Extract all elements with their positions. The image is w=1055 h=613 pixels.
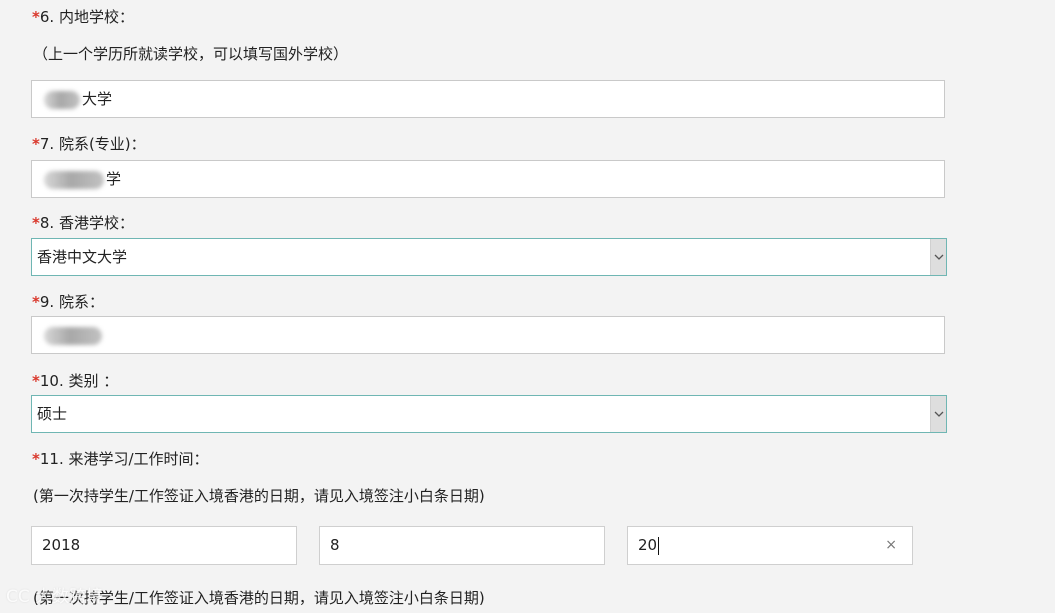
q7-label: *7. 院系(专业)： xyxy=(32,134,146,154)
hk-school-selected: 香港中文大学 xyxy=(37,248,128,266)
q7-label-text: 7. 院系(专业)： xyxy=(39,135,146,153)
q11-hint: (第一次持学生/工作签证入境香港的日期，请见入境签注小白条日期) xyxy=(33,487,485,505)
department-major-value: 学 xyxy=(106,170,122,188)
q8-label-text: 8. 香港学校： xyxy=(39,214,134,232)
redacted-text xyxy=(44,326,102,345)
q10-label: *10. 类别 ： xyxy=(32,371,118,391)
redacted-text xyxy=(44,170,104,189)
category-selected: 硕士 xyxy=(37,405,68,423)
day-value: 20 xyxy=(638,536,658,554)
chevron-down-icon[interactable] xyxy=(930,396,946,432)
required-star: * xyxy=(32,372,40,390)
hk-school-select[interactable]: 香港中文大学 xyxy=(31,238,947,276)
q9-label: *9. 院系： xyxy=(32,292,104,312)
q9-label-text: 9. 院系： xyxy=(39,293,104,311)
day-input[interactable]: 20 × xyxy=(627,526,913,565)
q8-label: *8. 香港学校： xyxy=(32,213,134,233)
required-star: * xyxy=(32,450,40,468)
q10-label-text: 10. 类别 ： xyxy=(39,372,119,390)
required-star: * xyxy=(32,8,40,26)
clear-icon[interactable]: × xyxy=(885,527,897,564)
q6-label-text: 6. 内地学校： xyxy=(39,8,134,26)
chevron-down-icon[interactable] xyxy=(930,239,946,275)
watermark-logo: CC 大数跨境 xyxy=(6,587,104,607)
mainland-school-value: 大学 xyxy=(82,90,113,108)
hk-department-input[interactable] xyxy=(31,316,945,354)
department-major-input[interactable]: 学 xyxy=(31,160,945,198)
q6-label: *6. 内地学校： xyxy=(32,7,134,27)
year-input[interactable]: 2018 xyxy=(31,526,297,565)
month-value: 8 xyxy=(330,536,340,554)
application-form: *6. 内地学校： （上一个学历所就读学校，可以填写国外学校） 大学 *7. 院… xyxy=(0,0,1055,613)
mainland-school-input[interactable]: 大学 xyxy=(31,80,945,118)
q11-label: *11. 来港学习/工作时间： xyxy=(32,449,209,469)
required-star: * xyxy=(32,293,40,311)
category-select[interactable]: 硕士 xyxy=(31,395,947,433)
year-value: 2018 xyxy=(42,536,81,554)
q11-label-text: 11. 来港学习/工作时间： xyxy=(39,450,209,468)
text-caret xyxy=(658,536,660,555)
month-input[interactable]: 8 xyxy=(319,526,605,565)
required-star: * xyxy=(32,214,40,232)
q6-hint: （上一个学历所就读学校，可以填写国外学校） xyxy=(33,45,349,63)
redacted-text xyxy=(44,90,80,109)
required-star: * xyxy=(32,135,40,153)
